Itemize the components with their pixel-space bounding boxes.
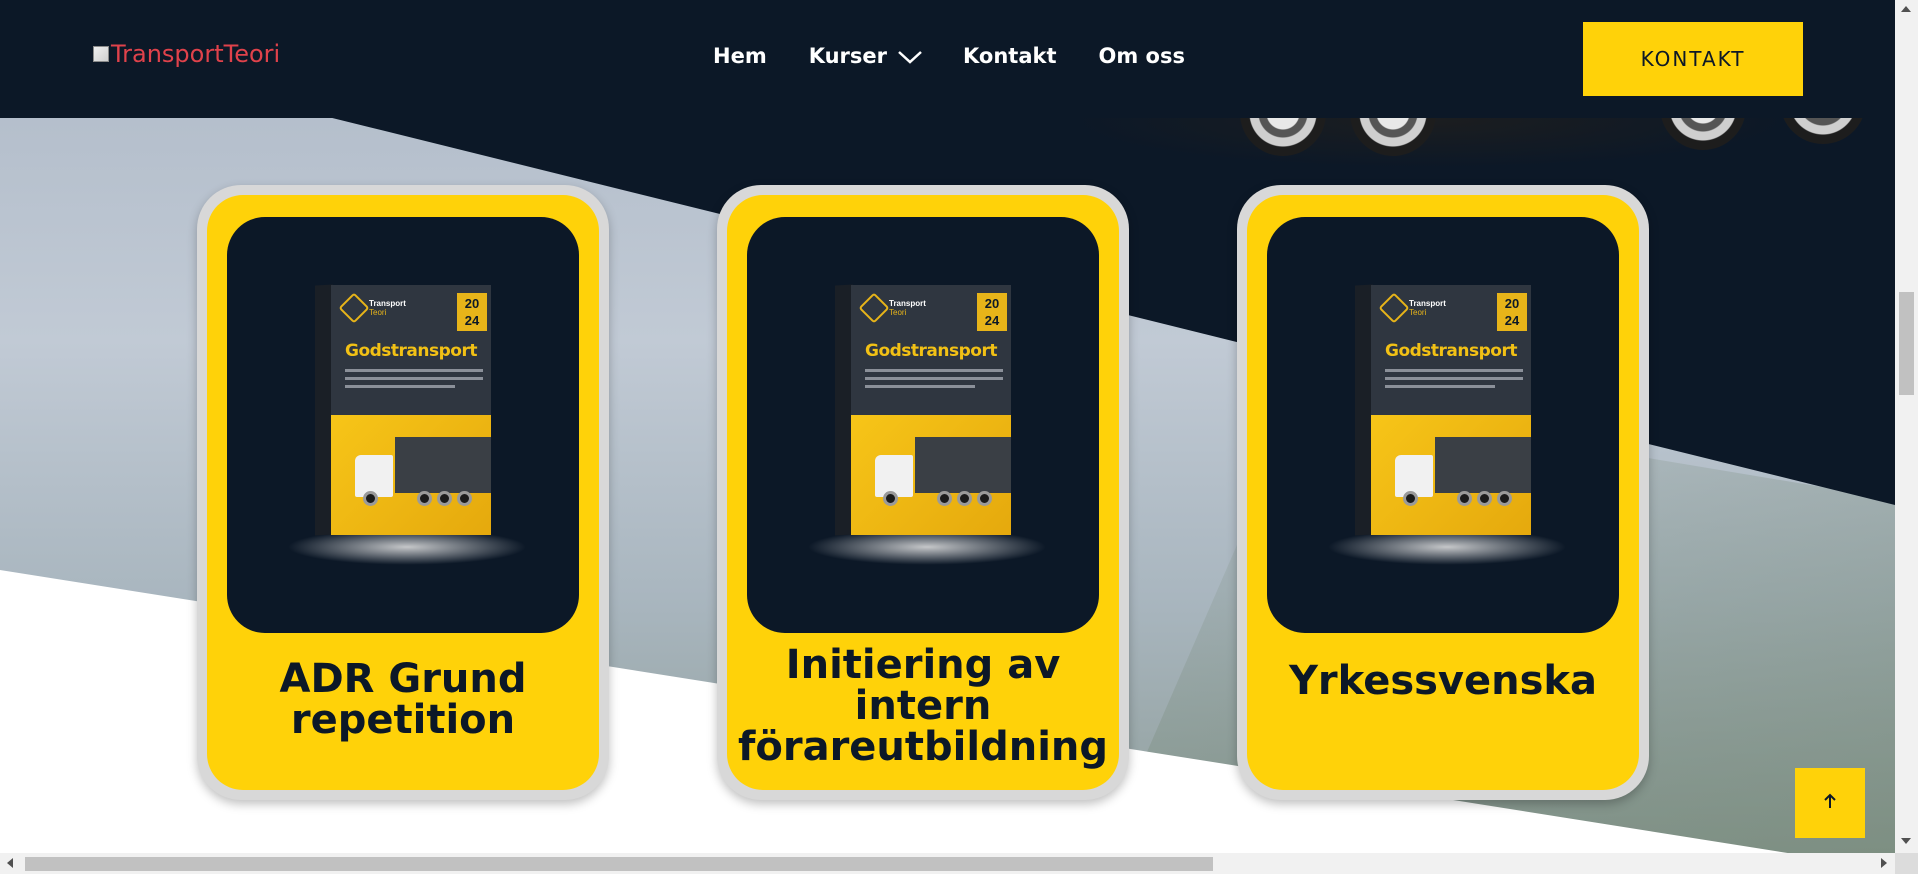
truck-wheel xyxy=(957,491,972,506)
year-top: 20 xyxy=(464,296,480,311)
year-bottom: 24 xyxy=(984,313,1000,328)
scroll-up-arrow-icon[interactable] xyxy=(1901,6,1911,12)
box-brand: Transport Teori xyxy=(1378,292,1446,324)
brand-text: Transport Teori xyxy=(1409,299,1446,317)
site-header: TransportTeori Hem Kurser Kontakt Om oss… xyxy=(0,0,1895,118)
box-product-title: Godstransport xyxy=(345,341,477,361)
nav-item-kurser[interactable]: Kurser xyxy=(808,44,922,68)
broken-image-icon xyxy=(93,46,109,62)
box-brand: Transport Teori xyxy=(858,292,926,324)
product-box: Transport Teori 20 24 Godstransport xyxy=(1355,284,1531,536)
brand-mark-icon xyxy=(338,292,370,324)
course-card-inner: Transport Teori 20 24 Godstransport xyxy=(207,195,599,790)
box-description-lines xyxy=(865,369,1003,393)
course-title-line: förareutbildning xyxy=(737,724,1109,770)
site-logo[interactable]: TransportTeori xyxy=(93,40,280,68)
course-title: Initiering av intern förareutbildning xyxy=(727,645,1119,768)
brand-mark-icon xyxy=(1378,292,1410,324)
year-bottom: 24 xyxy=(464,313,480,328)
course-image: Transport Teori 20 24 Godstransport xyxy=(1267,217,1619,633)
truck-wheel xyxy=(437,491,452,506)
nav-item-om-oss[interactable]: Om oss xyxy=(1099,44,1185,68)
truck-cab xyxy=(875,455,913,497)
truck-illustration xyxy=(355,433,491,513)
scroll-to-top-button[interactable] xyxy=(1795,768,1865,838)
truck-wheel xyxy=(1497,491,1512,506)
course-card[interactable]: Transport Teori 20 24 Godstransport xyxy=(197,185,609,800)
course-image: Transport Teori 20 24 Godstransport xyxy=(227,217,579,633)
truck-trailer xyxy=(395,437,491,493)
year-bottom: 24 xyxy=(1504,313,1520,328)
truck-cab xyxy=(1395,455,1433,497)
brand-name: Transport xyxy=(1409,299,1446,308)
box-description-lines xyxy=(1385,369,1523,393)
truck-wheel xyxy=(883,491,898,506)
horizontal-scrollbar[interactable] xyxy=(0,853,1895,874)
course-title-line: ADR Grund xyxy=(279,656,527,702)
course-title-line: intern xyxy=(854,683,992,729)
course-image: Transport Teori 20 24 Godstransport xyxy=(747,217,1099,633)
vertical-scrollbar[interactable] xyxy=(1895,0,1918,853)
arrow-up-icon xyxy=(1823,793,1837,814)
box-product-title: Godstransport xyxy=(865,341,997,361)
course-title-line: Yrkessvenska xyxy=(1288,658,1598,704)
course-card[interactable]: Transport Teori 20 24 Godstransport xyxy=(1237,185,1649,800)
year-top: 20 xyxy=(984,296,1000,311)
main-nav: Hem Kurser Kontakt Om oss xyxy=(713,44,1227,68)
course-title: Yrkessvenska xyxy=(1247,661,1639,702)
brand-sub: Teori xyxy=(369,308,387,317)
logo-alt-text: TransportTeori xyxy=(111,40,281,68)
brand-name: Transport xyxy=(369,299,406,308)
truck-illustration xyxy=(1395,433,1531,513)
page: TransportTeori Hem Kurser Kontakt Om oss… xyxy=(0,0,1918,874)
box-description-lines xyxy=(345,369,483,393)
truck-trailer xyxy=(1435,437,1531,493)
truck-wheel xyxy=(937,491,952,506)
truck-illustration xyxy=(875,433,1011,513)
brand-text: Transport Teori xyxy=(889,299,926,317)
horizontal-scrollbar-thumb[interactable] xyxy=(25,857,1213,871)
year-badge: 20 24 xyxy=(457,293,487,331)
truck-wheel xyxy=(1403,491,1418,506)
product-box: Transport Teori 20 24 Godstransport xyxy=(835,284,1011,536)
brand-sub: Teori xyxy=(889,308,907,317)
course-card-inner: Transport Teori 20 24 Godstransport xyxy=(727,195,1119,790)
course-title: ADR Grund repetition xyxy=(207,659,599,741)
box-brand: Transport Teori xyxy=(338,292,406,324)
brand-text: Transport Teori xyxy=(369,299,406,317)
nav-item-kontakt[interactable]: Kontakt xyxy=(963,44,1057,68)
truck-wheel xyxy=(1477,491,1492,506)
truck-wheel xyxy=(457,491,472,506)
scrollbar-corner xyxy=(1895,853,1918,874)
course-title-line: Initiering av xyxy=(785,642,1061,688)
year-badge: 20 24 xyxy=(977,293,1007,331)
product-box: Transport Teori 20 24 Godstransport xyxy=(315,284,491,536)
truck-wheel xyxy=(417,491,432,506)
nav-item-hem[interactable]: Hem xyxy=(713,44,767,68)
nav-item-label: Kurser xyxy=(808,44,888,68)
course-card-inner: Transport Teori 20 24 Godstransport xyxy=(1247,195,1639,790)
truck-cab xyxy=(355,455,393,497)
scroll-right-arrow-icon[interactable] xyxy=(1881,858,1887,868)
year-badge: 20 24 xyxy=(1497,293,1527,331)
truck-wheel xyxy=(977,491,992,506)
course-card[interactable]: Transport Teori 20 24 Godstransport xyxy=(717,185,1129,800)
brand-sub: Teori xyxy=(1409,308,1427,317)
brand-name: Transport xyxy=(889,299,926,308)
scroll-down-arrow-icon[interactable] xyxy=(1901,838,1911,844)
scroll-left-arrow-icon[interactable] xyxy=(7,858,13,868)
truck-wheel xyxy=(1457,491,1472,506)
brand-mark-icon xyxy=(858,292,890,324)
vertical-scrollbar-thumb[interactable] xyxy=(1899,292,1914,395)
course-title-line: repetition xyxy=(290,697,516,743)
chevron-down-icon xyxy=(897,49,922,64)
contact-button[interactable]: KONTAKT xyxy=(1583,22,1803,96)
truck-wheel xyxy=(363,491,378,506)
truck-trailer xyxy=(915,437,1011,493)
box-product-title: Godstransport xyxy=(1385,341,1517,361)
year-top: 20 xyxy=(1504,296,1520,311)
